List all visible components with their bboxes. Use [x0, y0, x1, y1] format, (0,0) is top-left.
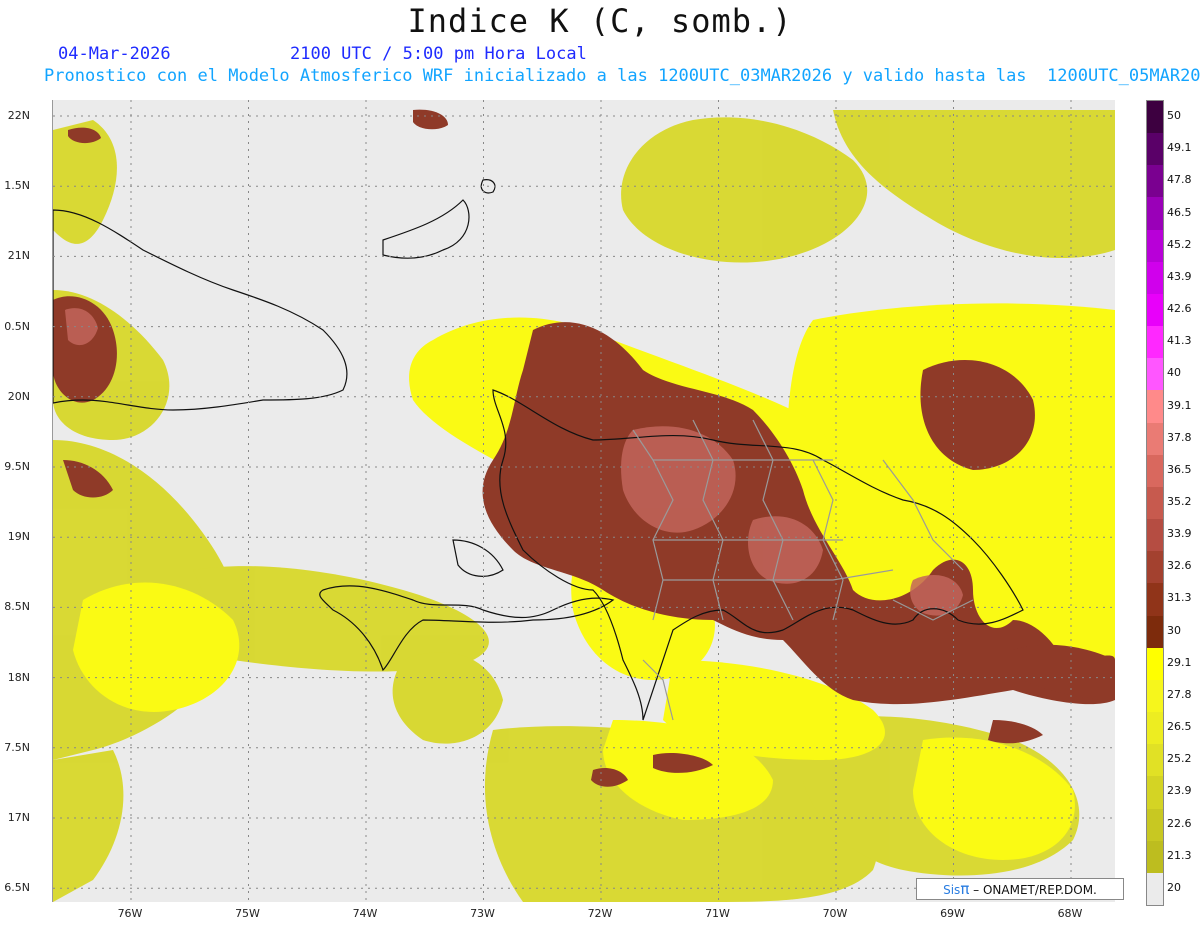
- colorbar: [1146, 100, 1164, 906]
- colorbar-swatch: [1147, 293, 1163, 327]
- lon-label: 72W: [587, 907, 613, 920]
- credit-pi: π: [960, 880, 970, 898]
- colorbar-swatch: [1147, 358, 1163, 391]
- lat-label: 20N: [7, 389, 30, 403]
- colorbar-label: 40: [1167, 366, 1181, 380]
- colorbar-swatch: [1147, 261, 1163, 295]
- lat-label: 8.5N: [4, 600, 30, 614]
- colorbar-label: 35.2: [1167, 495, 1192, 508]
- colorbar-swatch: [1147, 679, 1163, 713]
- lat-label: 0.5N: [4, 319, 30, 333]
- lat-label: 7.5N: [4, 740, 30, 754]
- colorbar-swatch: [1147, 133, 1163, 166]
- colorbar-label: 31.3: [1167, 591, 1192, 605]
- colorbar-label: 30: [1167, 623, 1181, 637]
- lat-label: 1.5N: [4, 179, 30, 193]
- colorbar-label: 39.1: [1167, 398, 1192, 412]
- forecast-date: 04-Mar-2026: [58, 44, 171, 64]
- colorbar-label: 22.6: [1167, 816, 1192, 830]
- colorbar-label: 46.5: [1167, 205, 1192, 219]
- colorbar-label: 50: [1167, 109, 1181, 123]
- colorbar-label: 32.6: [1167, 559, 1192, 573]
- lon-label: 73W: [470, 907, 495, 920]
- colorbar-label: 26.5: [1167, 720, 1192, 734]
- colorbar-swatch: [1147, 808, 1163, 842]
- colorbar-swatch: [1147, 551, 1163, 584]
- colorbar-swatch: [1147, 101, 1163, 134]
- lat-label: 22N: [7, 109, 30, 122]
- colorbar-swatch: [1147, 615, 1163, 649]
- colorbar-swatch: [1147, 519, 1163, 552]
- lon-label: 74W: [352, 907, 378, 920]
- colorbar-label: 43.9: [1167, 269, 1192, 283]
- colorbar-label: 36.5: [1167, 462, 1192, 476]
- lat-label: 21N: [7, 249, 30, 263]
- colorbar-swatch: [1147, 390, 1163, 424]
- lon-label: 68W: [1057, 907, 1083, 920]
- colorbar-label: 37.8: [1167, 430, 1192, 444]
- colorbar-label: 45.2: [1167, 237, 1192, 251]
- colorbar-swatch: [1147, 712, 1163, 745]
- lon-label: 70W: [822, 907, 848, 920]
- lon-label: 69W: [940, 907, 965, 920]
- colorbar-swatch: [1147, 872, 1163, 906]
- colorbar-swatch: [1147, 647, 1163, 681]
- colorbar-label: 25.2: [1167, 752, 1192, 766]
- colorbar-swatch: [1147, 454, 1163, 488]
- colorbar-label: 47.8: [1167, 173, 1192, 187]
- lat-label: 17N: [7, 811, 30, 824]
- forecast-time: 2100 UTC / 5:00 pm Hora Local: [290, 44, 587, 64]
- colorbar-swatch: [1147, 165, 1163, 198]
- lon-label: 75W: [235, 907, 260, 920]
- colorbar-label: 21.3: [1167, 848, 1192, 862]
- lat-label: 9.5N: [4, 460, 30, 473]
- colorbar-label: 20: [1167, 880, 1181, 894]
- lat-label: 19N: [7, 530, 30, 544]
- colorbar-swatch: [1147, 326, 1163, 359]
- colorbar-swatch: [1147, 840, 1163, 874]
- lon-label: 76W: [117, 907, 143, 920]
- lon-label: 71W: [705, 907, 730, 920]
- credit-brand: Sis: [943, 883, 961, 897]
- model-description: Pronostico con el Modelo Atmosferico WRF…: [44, 66, 1200, 86]
- colorbar-swatch: [1147, 776, 1163, 810]
- colorbar-label: 49.1: [1167, 141, 1192, 155]
- colorbar-swatch: [1147, 422, 1163, 456]
- colorbar-label: 29.1: [1167, 655, 1192, 669]
- colorbar-label: 33.9: [1167, 527, 1192, 541]
- colorbar-label: 23.9: [1167, 784, 1192, 798]
- chart-title: Indice K (C, somb.): [407, 2, 793, 40]
- credit-box: Sisπ – ONAMET/REP.DOM.: [916, 878, 1124, 900]
- map-area: [52, 100, 1115, 902]
- colorbar-swatch: [1147, 197, 1163, 231]
- lat-label: 18N: [7, 670, 30, 684]
- colorbar-swatch: [1147, 486, 1163, 520]
- k-index-map: [53, 100, 1115, 902]
- lat-label: 6.5N: [4, 881, 30, 895]
- colorbar-swatch: [1147, 229, 1163, 263]
- colorbar-label: 27.8: [1167, 687, 1192, 701]
- colorbar-label: 41.3: [1167, 334, 1192, 348]
- colorbar-label: 42.6: [1167, 302, 1192, 316]
- credit-org: – ONAMET/REP.DOM.: [969, 883, 1097, 897]
- colorbar-swatch: [1147, 744, 1163, 777]
- colorbar-swatch: [1147, 583, 1163, 617]
